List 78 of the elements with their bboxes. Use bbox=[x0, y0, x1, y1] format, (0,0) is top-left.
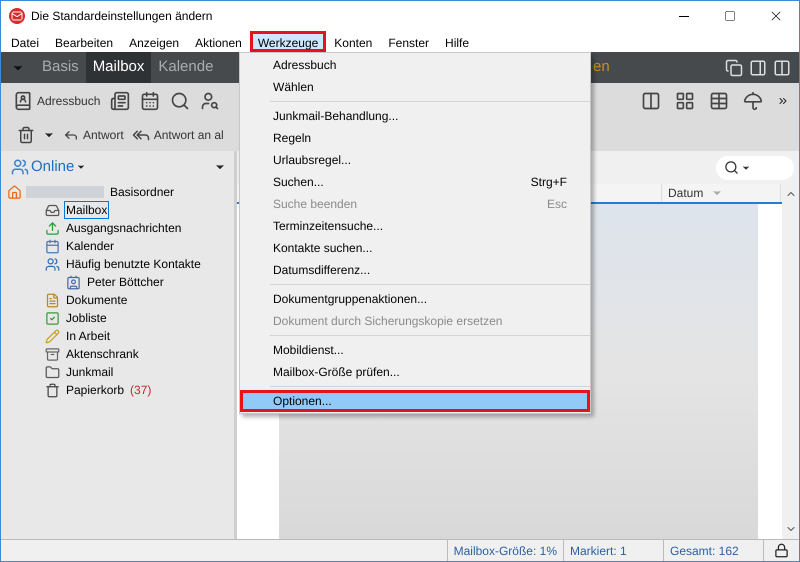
account-selector[interactable]: Online bbox=[11, 156, 86, 178]
people-icon bbox=[45, 256, 60, 272]
menu-item[interactable]: Suchen... Strg+F bbox=[240, 171, 590, 193]
app-logo-icon bbox=[9, 8, 25, 24]
trash-icon bbox=[45, 382, 60, 398]
menu-item[interactable]: Mailbox-Größe prüfen... bbox=[240, 361, 590, 383]
folder-item[interactable]: Dokumente bbox=[64, 291, 130, 309]
menu-item[interactable]: Fenster bbox=[380, 31, 438, 52]
scrollbar[interactable] bbox=[782, 184, 799, 539]
folder-icon bbox=[45, 364, 60, 380]
folder-item[interactable]: Mailbox bbox=[64, 201, 110, 219]
pencil-icon bbox=[45, 328, 60, 344]
view-tab[interactable]: Basis bbox=[35, 52, 86, 83]
calendar-icon bbox=[45, 238, 60, 254]
unread-count: (37) bbox=[130, 382, 152, 399]
menu-item[interactable]: Werkzeuge bbox=[250, 31, 326, 52]
menu-item[interactable]: Mobildienst... bbox=[240, 339, 590, 361]
folder-item[interactable]: Häufig benutzte Kontakte bbox=[64, 255, 203, 273]
reply-button[interactable]: Antwort bbox=[63, 126, 124, 144]
menu-item[interactable]: Adressbuch bbox=[240, 54, 590, 76]
menu-item[interactable]: Aktionen bbox=[187, 31, 250, 52]
folder-item[interactable]: Ausgangsnachrichten bbox=[64, 219, 184, 237]
folder-item[interactable]: Aktenschrank bbox=[64, 345, 141, 363]
menu-item[interactable]: Dokumentgruppenaktionen... bbox=[240, 288, 590, 310]
menu-item[interactable]: Regeln bbox=[240, 127, 590, 149]
lock-icon bbox=[774, 543, 789, 558]
umbrella-icon[interactable] bbox=[743, 90, 763, 110]
menu-item[interactable]: Bearbeiten bbox=[47, 31, 122, 52]
status-text: Mailbox-Größe: 1% bbox=[446, 540, 563, 561]
folder-item[interactable]: In Arbeit bbox=[64, 327, 112, 345]
menu-item[interactable]: Wählen bbox=[240, 76, 590, 98]
search-icon[interactable] bbox=[170, 90, 190, 110]
menu-item[interactable]: Hilfe bbox=[437, 31, 478, 52]
newspaper-icon[interactable] bbox=[110, 90, 130, 110]
person-search-icon[interactable] bbox=[200, 90, 220, 110]
menu-item[interactable]: Datei bbox=[3, 31, 48, 52]
search-icon bbox=[724, 160, 739, 175]
column-title: Datum bbox=[668, 185, 704, 202]
address-book-button[interactable]: Adressbuch bbox=[13, 90, 100, 110]
columns-icon[interactable] bbox=[641, 90, 661, 110]
menu-item[interactable]: Konten bbox=[326, 31, 380, 52]
menu-item[interactable]: Kontakte suchen... bbox=[240, 237, 590, 259]
inbox-icon bbox=[45, 202, 60, 218]
folder-item[interactable]: Papierkorb bbox=[64, 381, 126, 399]
folder-item[interactable]: Peter Böttcher bbox=[85, 273, 166, 291]
trash-icon[interactable] bbox=[17, 126, 35, 144]
menu-item[interactable]: Datumsdifferenz... bbox=[240, 259, 590, 281]
checklist-icon bbox=[45, 310, 60, 326]
folder-item[interactable]: Kalender bbox=[64, 237, 116, 255]
folder-item[interactable]: Jobliste bbox=[64, 309, 109, 327]
menu-item[interactable]: Anzeigen bbox=[121, 31, 188, 52]
column-header[interactable]: Datum bbox=[661, 184, 781, 202]
people-icon bbox=[11, 158, 29, 176]
maximize-icon bbox=[724, 10, 736, 22]
calendar-icon[interactable] bbox=[140, 90, 160, 110]
copy-icon[interactable] bbox=[725, 58, 743, 76]
panel-icon[interactable] bbox=[749, 58, 767, 76]
grid-icon[interactable] bbox=[675, 90, 695, 110]
window-title: Die Standardeinstellungen ändern bbox=[31, 8, 212, 25]
home-icon bbox=[7, 184, 22, 200]
contact-card-icon bbox=[66, 274, 81, 290]
menu-item[interactable]: Optionen... bbox=[240, 390, 590, 412]
view-tab[interactable]: Mailbox bbox=[86, 52, 152, 83]
status-text: Markiert: 1 bbox=[563, 540, 663, 561]
folder-item[interactable]: Basisordner bbox=[108, 183, 176, 201]
menu-item[interactable]: Junkmail-Behandlung... bbox=[240, 105, 590, 127]
address-book-icon bbox=[13, 90, 33, 110]
menu-item[interactable]: Terminzeitensuche... bbox=[240, 215, 590, 237]
cabinet-icon bbox=[45, 346, 60, 362]
table-icon[interactable] bbox=[709, 90, 729, 110]
status-text: Gesamt: 162 bbox=[663, 540, 763, 561]
reply-all-button[interactable]: Antwort an al bbox=[132, 126, 224, 144]
view-tab[interactable]: Kalende bbox=[151, 52, 220, 83]
outbox-icon bbox=[45, 220, 60, 236]
menu-item[interactable]: Urlaubsregel... bbox=[240, 149, 590, 171]
folder-item[interactable]: Junkmail bbox=[64, 363, 116, 381]
document-icon bbox=[45, 292, 60, 308]
search-field[interactable] bbox=[716, 156, 794, 180]
